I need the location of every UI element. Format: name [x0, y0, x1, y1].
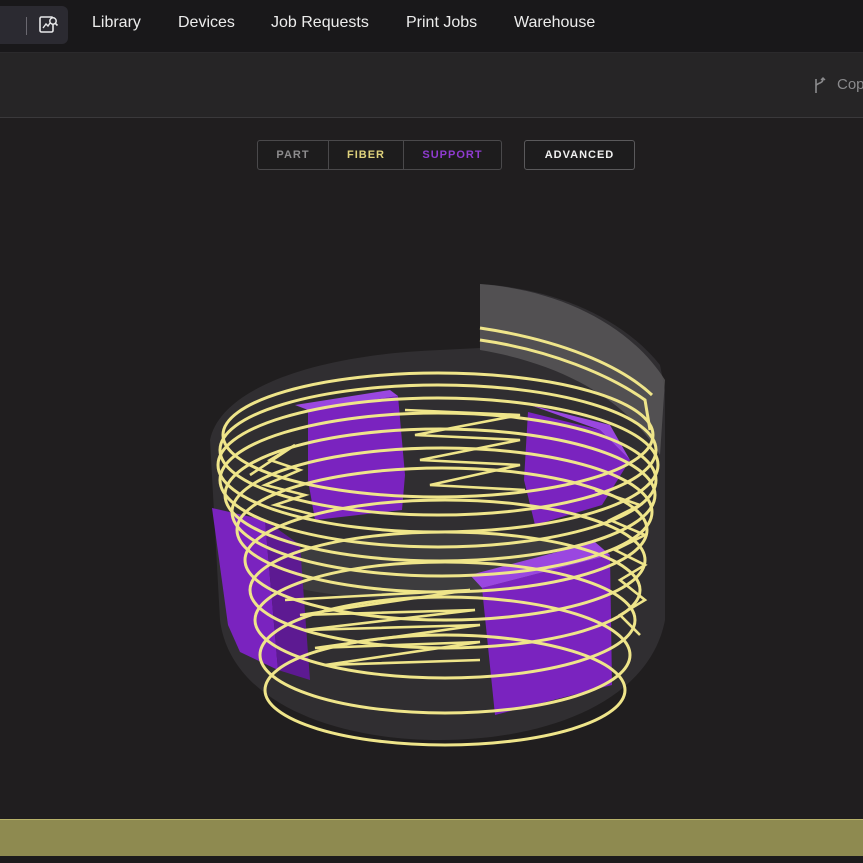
view-mode-toggle: PART FIBER SUPPORT [257, 140, 502, 170]
library-icon [39, 16, 59, 33]
top-navigation-bar: Library Devices Job Requests Print Jobs … [0, 0, 863, 53]
advanced-button[interactable]: ADVANCED [524, 140, 635, 170]
divider [26, 17, 27, 35]
part-toolbar: Cop [0, 53, 863, 118]
status-bar [0, 819, 863, 856]
part-3d-model[interactable] [190, 270, 690, 770]
nav-devices[interactable]: Devices [178, 14, 235, 32]
bottom-strip [0, 856, 863, 863]
view-mode-fiber[interactable]: FIBER [328, 141, 403, 169]
view-mode-support[interactable]: SUPPORT [403, 141, 501, 169]
fork-icon [815, 77, 826, 93]
copy-label: Cop [837, 76, 863, 93]
nav-job-requests[interactable]: Job Requests [271, 14, 369, 32]
nav-library[interactable]: Library [92, 14, 141, 32]
view-mode-part[interactable]: PART [258, 141, 328, 169]
library-shortcut[interactable] [0, 6, 68, 44]
nav-warehouse[interactable]: Warehouse [514, 14, 595, 32]
nav-print-jobs[interactable]: Print Jobs [406, 14, 477, 32]
